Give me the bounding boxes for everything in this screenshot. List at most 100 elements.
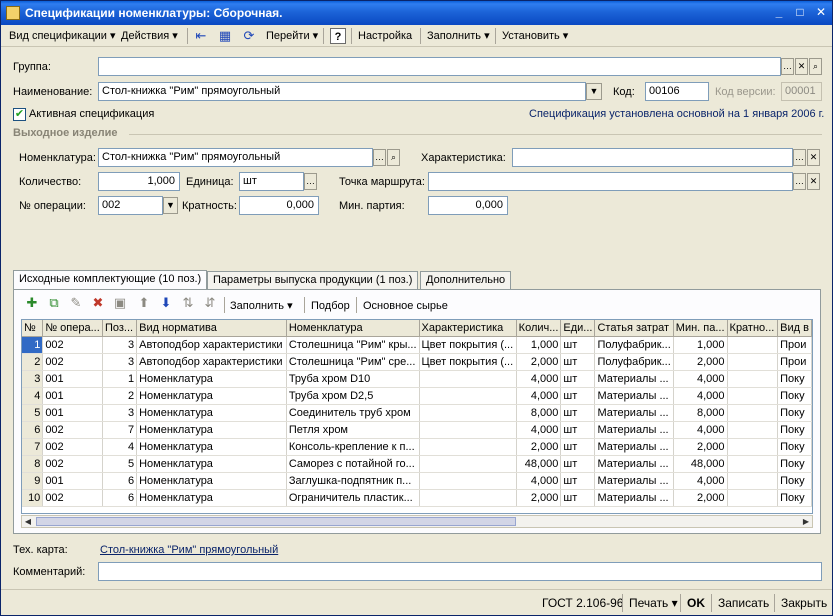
table-cell[interactable]: Поку xyxy=(777,438,812,456)
table-cell[interactable]: 4,000 xyxy=(673,387,728,405)
table-cell[interactable] xyxy=(727,455,779,473)
table-cell[interactable]: Материалы ... xyxy=(594,404,674,422)
table-cell[interactable]: 48,000 xyxy=(516,455,562,473)
table-cell[interactable]: 8 xyxy=(22,455,44,473)
select-button[interactable]: Подбор xyxy=(311,298,350,314)
table-cell[interactable]: Номенклатура xyxy=(136,387,287,405)
table-cell[interactable] xyxy=(419,472,517,490)
op-dropdown-icon[interactable]: ▼ xyxy=(163,197,178,214)
comment-field[interactable] xyxy=(98,562,822,581)
table-cell[interactable]: 4,000 xyxy=(673,472,728,490)
close-button[interactable]: Закрыть xyxy=(781,596,827,610)
column-header[interactable]: Поз... xyxy=(102,320,138,337)
settings-button[interactable]: Настройка xyxy=(358,28,412,44)
table-cell[interactable] xyxy=(727,472,779,490)
table-cell[interactable]: 1,000 xyxy=(516,336,562,354)
table-cell[interactable]: Поку xyxy=(777,489,812,507)
table-cell[interactable]: 10 xyxy=(22,489,44,507)
mult-field[interactable]: 0,000 xyxy=(239,196,319,215)
char-field[interactable] xyxy=(512,148,793,167)
table-cell[interactable]: шт xyxy=(560,404,596,422)
table-cell[interactable]: Ограничитель пластик... xyxy=(286,489,420,507)
route-clear-icon[interactable]: ✕ xyxy=(807,173,820,190)
table-cell[interactable]: Консоль-крепление к п... xyxy=(286,438,420,456)
code-field[interactable]: 00106 xyxy=(645,82,709,101)
table-cell[interactable] xyxy=(727,438,779,456)
table-cell[interactable] xyxy=(727,404,779,422)
table-cell[interactable]: Материалы ... xyxy=(594,472,674,490)
table-cell[interactable] xyxy=(727,421,779,439)
table-cell[interactable]: шт xyxy=(560,421,596,439)
table-cell[interactable]: 4 xyxy=(22,387,44,405)
name-field[interactable]: Стол-книжка "Рим" прямоугольный xyxy=(98,82,586,101)
sort-desc-icon[interactable]: ⇵ xyxy=(202,295,218,311)
table-cell[interactable] xyxy=(727,370,779,388)
table-cell[interactable]: Поку xyxy=(777,370,812,388)
unit-field[interactable]: шт xyxy=(239,172,304,191)
grid-fill-menu[interactable]: Заполнить ▾ xyxy=(230,298,293,314)
table-cell[interactable]: шт xyxy=(560,438,596,456)
table-cell[interactable]: 3 xyxy=(22,370,44,388)
help-button[interactable]: ? xyxy=(330,28,346,44)
table-cell[interactable]: 9 xyxy=(22,472,44,490)
nomen-search-icon[interactable]: ⌕ xyxy=(387,149,400,166)
table-cell[interactable]: 2,000 xyxy=(516,353,562,371)
table-cell[interactable]: Материалы ... xyxy=(594,421,674,439)
table-cell[interactable]: Материалы ... xyxy=(594,489,674,507)
group-field[interactable] xyxy=(98,57,781,76)
table-cell[interactable]: Автоподбор характеристики xyxy=(136,353,287,371)
table-row[interactable]: 4 001 2 Номенклатура Труба хром D2,5 4,000 шт М… xyxy=(22,387,812,405)
techcard-link[interactable]: Стол-книжка "Рим" прямоугольный xyxy=(100,544,278,556)
table-cell[interactable]: 8,000 xyxy=(673,404,728,422)
table-row[interactable]: 2 002 3 Автоподбор характеристики Столешница… xyxy=(22,353,812,371)
table-cell[interactable]: шт xyxy=(560,336,596,354)
table-cell[interactable]: Прои xyxy=(777,353,812,371)
table-row[interactable]: 7 002 4 Номенклатура Консоль-крепление к п..… xyxy=(22,438,812,456)
column-header[interactable]: Вид в xyxy=(777,320,812,337)
tab-output-params[interactable]: Параметры выпуска продукции (1 поз.) xyxy=(207,271,419,289)
table-cell[interactable] xyxy=(419,421,517,439)
active-checkbox[interactable]: ✔ xyxy=(13,108,26,121)
table-cell[interactable] xyxy=(419,455,517,473)
table-cell[interactable]: Столешница "Рим" кры... xyxy=(286,336,420,354)
table-cell[interactable] xyxy=(419,438,517,456)
table-cell[interactable]: 1 xyxy=(102,370,138,388)
table-cell[interactable]: 5 xyxy=(22,404,44,422)
table-cell[interactable]: шт xyxy=(560,489,596,507)
form-icon[interactable]: ▦ xyxy=(217,28,233,44)
column-header[interactable]: Колич... xyxy=(516,320,562,337)
table-cell[interactable]: 001 xyxy=(42,404,103,422)
table-cell[interactable]: Номенклатура xyxy=(136,438,287,456)
column-header[interactable]: Мин. па... xyxy=(673,320,728,337)
gost-button[interactable]: ГОСТ 2.106-96 xyxy=(542,596,623,610)
table-cell[interactable]: 002 xyxy=(42,421,103,439)
vid-spec-menu[interactable]: Вид спецификации ▾ xyxy=(9,28,116,44)
table-cell[interactable]: Соединитель труб хром xyxy=(286,404,420,422)
table-cell[interactable]: 8,000 xyxy=(516,404,562,422)
move-down-icon[interactable]: ⬇ xyxy=(158,295,174,311)
table-cell[interactable]: шт xyxy=(560,353,596,371)
table-cell[interactable]: 002 xyxy=(42,489,103,507)
unit-select-button[interactable]: … xyxy=(304,173,317,190)
table-cell[interactable]: 001 xyxy=(42,472,103,490)
table-cell[interactable]: Поку xyxy=(777,472,812,490)
table-cell[interactable]: Поку xyxy=(777,455,812,473)
column-header[interactable]: № опера... xyxy=(42,320,103,337)
table-cell[interactable]: Цвет покрытия (... xyxy=(419,353,517,371)
table-cell[interactable]: 48,000 xyxy=(673,455,728,473)
actions-menu[interactable]: Действия ▾ xyxy=(121,28,178,44)
close-window-button[interactable]: ✕ xyxy=(813,5,829,21)
ok-button[interactable]: OK xyxy=(687,596,705,610)
table-cell[interactable]: Прои xyxy=(777,336,812,354)
group-clear-icon[interactable]: ✕ xyxy=(795,58,808,75)
nomen-field[interactable]: Стол-книжка "Рим" прямоугольный xyxy=(98,148,373,167)
table-cell[interactable] xyxy=(727,336,779,354)
table-cell[interactable]: Номенклатура xyxy=(136,489,287,507)
route-field[interactable] xyxy=(428,172,793,191)
components-table[interactable]: № № опера... Поз... Вид норматива Номенклату… xyxy=(21,319,813,514)
tab-additional[interactable]: Дополнительно xyxy=(420,271,512,289)
table-cell[interactable]: 2,000 xyxy=(673,353,728,371)
table-row[interactable]: 3 001 1 Номенклатура Труба хром D10 4,000 шт Ма… xyxy=(22,370,812,388)
table-cell[interactable]: 002 xyxy=(42,336,103,354)
table-cell[interactable]: 4,000 xyxy=(516,387,562,405)
